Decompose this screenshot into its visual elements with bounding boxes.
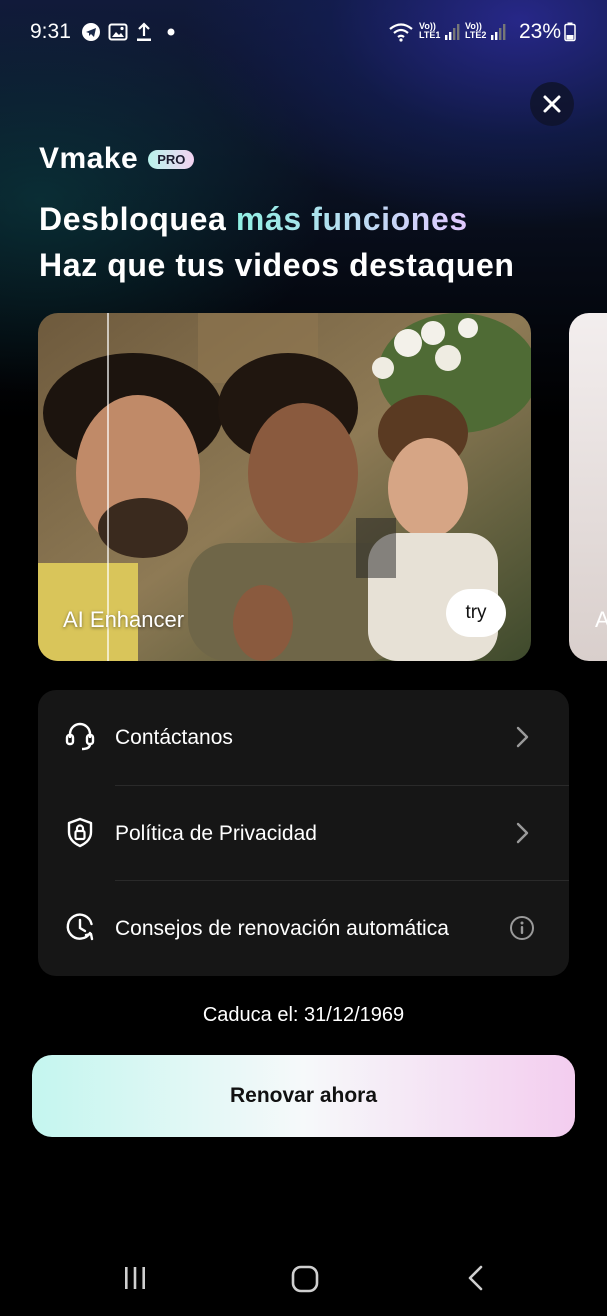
shield-lock-icon (67, 817, 93, 848)
menu-item-contact[interactable]: Contáctanos (38, 690, 569, 785)
sim1-volte: Vo)) LTE1 (419, 21, 441, 40)
home-icon[interactable] (290, 1264, 320, 1294)
headline: Desbloquea más funciones Haz que tus vid… (39, 196, 515, 288)
status-time: 9:31 (30, 20, 71, 43)
expiry-date-text: Caduca el: 31/12/1969 (202, 1004, 405, 1026)
chevron-right-icon (516, 822, 529, 844)
info-icon[interactable] (509, 915, 535, 941)
brand-header: Vmake PRO (39, 142, 195, 176)
settings-menu: Contáctanos Política de Privacidad Conse… (38, 690, 569, 976)
renew-now-button[interactable]: Renovar ahora (32, 1055, 575, 1137)
back-icon[interactable] (463, 1264, 489, 1292)
battery-percent: 23% (518, 20, 561, 43)
system-nav-bar (0, 1240, 607, 1316)
headline-line2: Haz que tus videos destaquen (39, 247, 515, 283)
status-bar: 9:31 Vo)) LTE1 Vo)) LTE2 23% (0, 0, 607, 64)
menu-item-label: Contáctanos (115, 725, 233, 749)
feature-card-ai-enhancer[interactable]: AI Enhancer try (38, 313, 531, 661)
battery-icon (564, 22, 576, 42)
feature-card-label: AI Enhancer (63, 607, 185, 632)
menu-item-privacy[interactable]: Política de Privacidad (38, 786, 569, 881)
recent-apps-icon[interactable] (121, 1264, 149, 1292)
close-icon (543, 95, 561, 113)
menu-item-label: Política de Privacidad (115, 821, 317, 845)
feature-card-next[interactable]: A (569, 313, 607, 661)
upload-icon (137, 22, 151, 41)
signal-icon (445, 24, 460, 40)
dot-icon (167, 28, 175, 36)
brand-name: Vmake (39, 142, 139, 175)
headset-icon (65, 722, 95, 751)
gallery-icon (108, 23, 128, 41)
menu-item-auto-renew-tips[interactable]: Consejos de renovación automática (38, 881, 569, 976)
close-button[interactable] (530, 82, 574, 126)
pro-badge: PRO (148, 149, 195, 169)
headline-highlight: más funciones (235, 201, 468, 237)
chevron-right-icon (516, 726, 529, 748)
menu-item-label: Consejos de renovación automática (115, 916, 449, 940)
clock-renew-icon (66, 913, 94, 941)
telegram-icon (82, 23, 100, 41)
try-button[interactable]: try (446, 589, 506, 637)
wifi-icon (389, 23, 413, 42)
headline-part1: Desbloquea (39, 201, 236, 237)
sim2-volte: Vo)) LTE2 (465, 21, 487, 40)
signal-icon (491, 24, 506, 40)
feature-card-label: A (595, 607, 607, 632)
